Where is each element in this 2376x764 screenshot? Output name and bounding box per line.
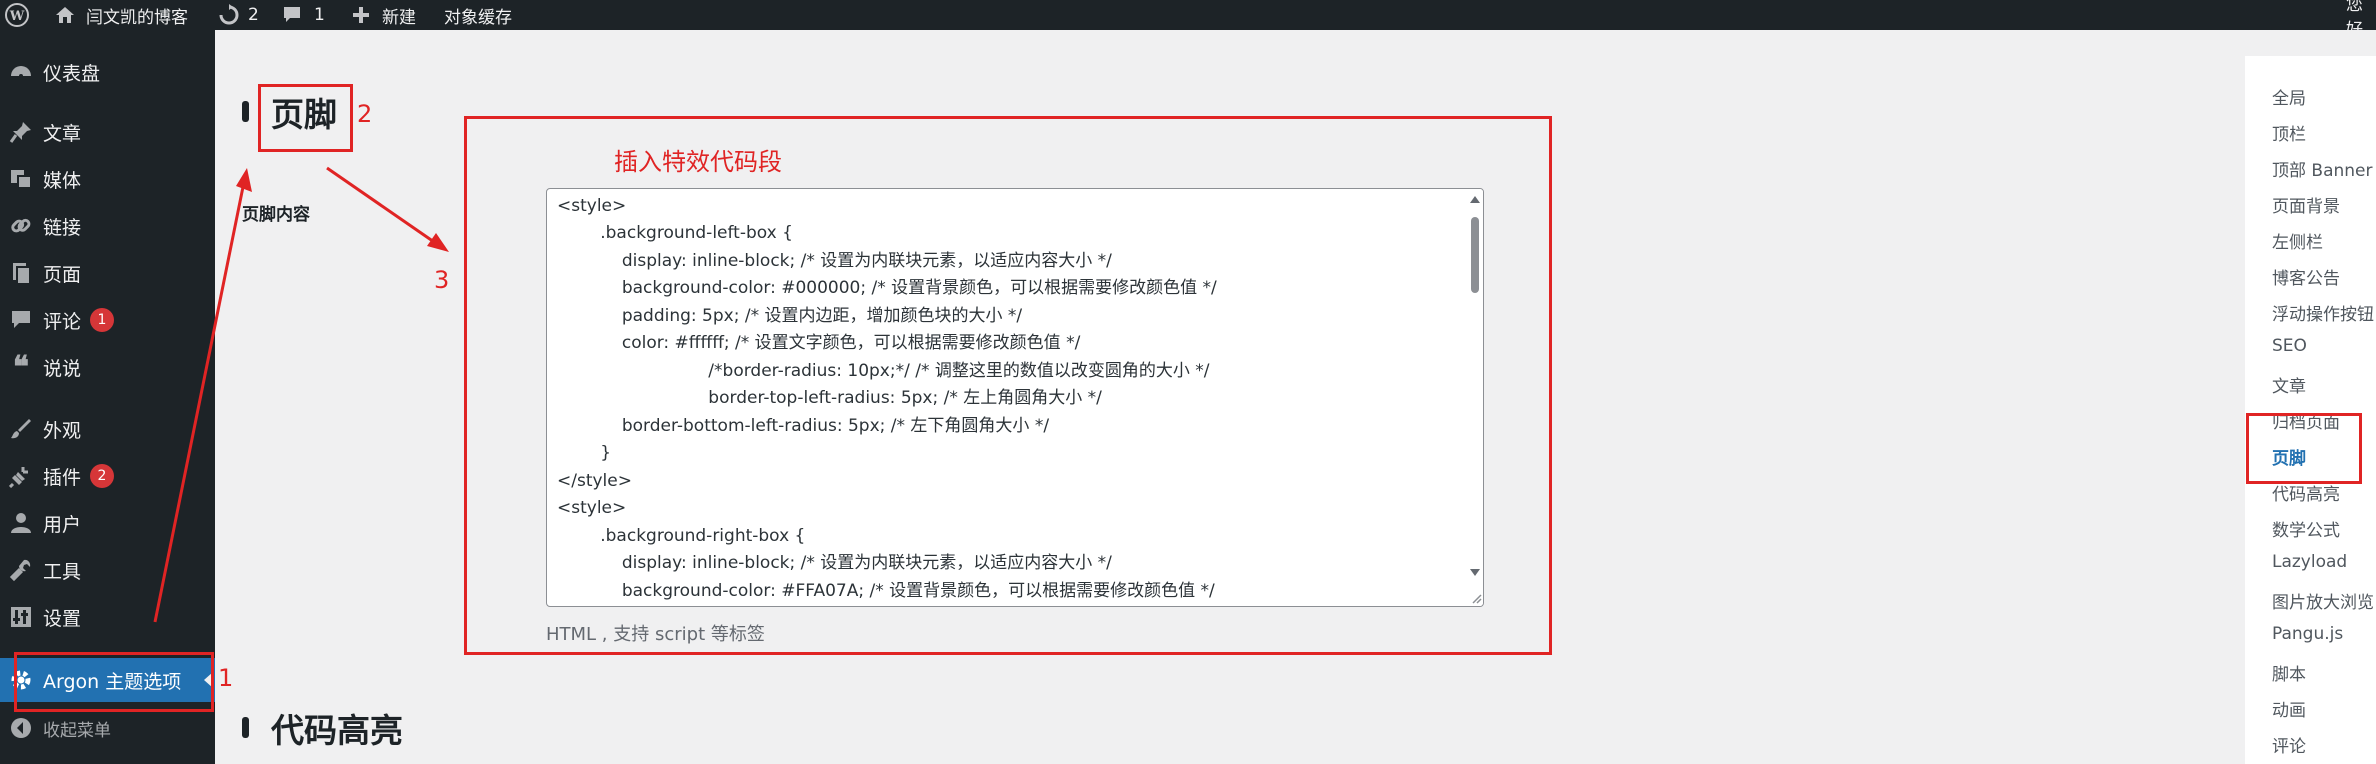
annotation-arrows xyxy=(153,166,449,623)
